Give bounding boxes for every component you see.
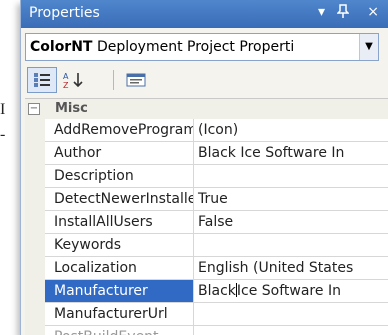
property-row-selected[interactable]: Manufacturer BlackIce Software In [45, 280, 388, 303]
property-value[interactable]: True [195, 188, 388, 210]
close-icon[interactable]: × [367, 4, 379, 20]
property-value[interactable] [195, 326, 388, 335]
property-row[interactable]: DetectNewerInstalledVersion True [45, 188, 388, 211]
selected-object-type: Deployment Project Properti [96, 39, 295, 55]
svg-text:A: A [63, 72, 69, 81]
property-row[interactable]: Author Black Ice Software In [45, 142, 388, 165]
property-name: Keywords [45, 234, 194, 256]
property-value[interactable] [195, 165, 388, 187]
property-value-editor[interactable]: BlackIce Software In [195, 280, 388, 302]
collapse-icon[interactable]: − [28, 103, 40, 115]
property-name: Author [45, 142, 194, 164]
categorized-button[interactable] [27, 67, 57, 93]
property-name: PostBuildEvent [45, 326, 194, 335]
alphabetical-icon: A Z [63, 72, 83, 90]
category-misc[interactable]: − Misc [25, 99, 388, 119]
property-name: Manufacturer [45, 280, 194, 302]
property-name: Localization [45, 257, 194, 279]
property-value[interactable] [195, 303, 388, 325]
pin-icon[interactable] [336, 4, 350, 22]
panel-titlebar: Properties ▾ × [21, 0, 388, 28]
window-dropdown-icon[interactable]: ▾ [318, 4, 325, 20]
value-text-after-cursor: Ice Software In [236, 283, 341, 299]
property-pages-button[interactable] [121, 67, 151, 93]
property-row[interactable]: ManufacturerUrl [45, 303, 388, 326]
toolbar-separator [113, 70, 114, 90]
property-name: DetectNewerInstalledVersion [45, 188, 194, 210]
property-name: Description [45, 165, 194, 187]
property-value[interactable]: English (United States [195, 257, 388, 279]
property-row[interactable]: InstallAllUsers False [45, 211, 388, 234]
chevron-down-icon[interactable]: ▼ [359, 34, 378, 60]
property-value[interactable]: Black Ice Software In [195, 142, 388, 164]
properties-panel: Properties ▾ × ColorNT Deployment Projec… [20, 0, 388, 335]
property-pages-icon [126, 73, 146, 86]
property-row[interactable]: Description [45, 165, 388, 188]
property-value[interactable] [195, 234, 388, 256]
properties-toolbar: A Z [25, 64, 377, 96]
background-text-1: I [0, 101, 6, 118]
property-name: AddRemoveProgramsIcon [45, 119, 194, 141]
property-row[interactable]: PostBuildEvent [45, 326, 388, 335]
category-label: Misc [55, 101, 88, 116]
property-value[interactable]: (Icon) [195, 119, 388, 141]
background-text-2: - [0, 126, 6, 143]
object-selector[interactable]: ColorNT Deployment Project Properti ▼ [25, 33, 379, 61]
categorized-icon [34, 72, 50, 87]
alphabetical-button[interactable]: A Z [59, 67, 89, 93]
property-name: ManufacturerUrl [45, 303, 194, 325]
panel-title: Properties [29, 5, 100, 21]
property-value[interactable]: False [195, 211, 388, 233]
svg-text:Z: Z [63, 81, 69, 89]
value-text-before-cursor: Black [198, 283, 236, 299]
property-name: InstallAllUsers [45, 211, 194, 233]
selected-object-name: ColorNT [30, 39, 93, 55]
property-row[interactable]: Localization English (United States [45, 257, 388, 280]
property-grid: − Misc AddRemoveProgramsIcon (Icon) Auth… [25, 98, 388, 335]
property-row[interactable]: AddRemoveProgramsIcon (Icon) [45, 119, 388, 142]
property-row[interactable]: Keywords [45, 234, 388, 257]
grid-gutter [25, 99, 45, 335]
